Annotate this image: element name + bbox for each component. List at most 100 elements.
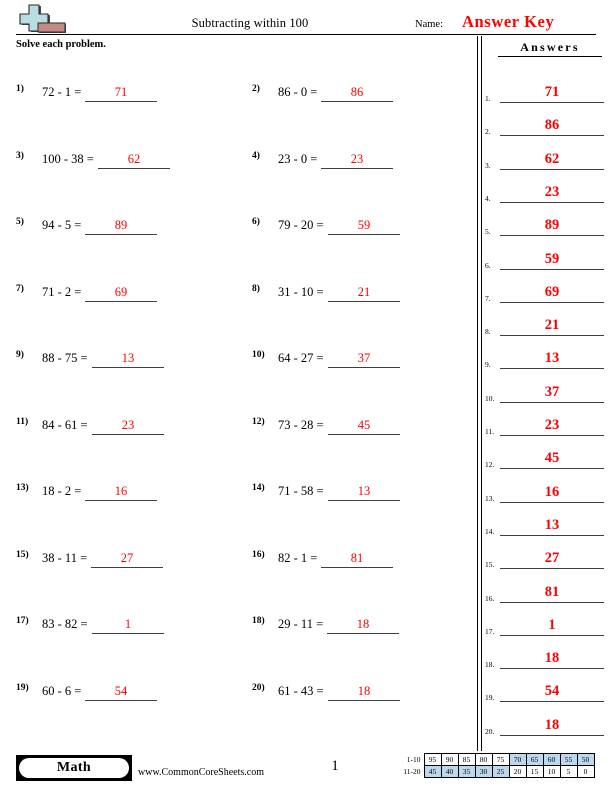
scoring-table: 1-10 95 90 85 80 75 70 65 60 55 50 11-20 45 40 35 30 25 2… xyxy=(398,753,595,778)
answer-row-value: 45 xyxy=(544,450,560,467)
answer-row: 5. 89 xyxy=(482,203,608,237)
answer-blank[interactable]: 16 xyxy=(85,484,157,501)
plus-minus-logo-icon xyxy=(18,4,74,34)
answer-blank[interactable]: 13 xyxy=(92,351,164,368)
problem-number: 12) xyxy=(252,416,265,427)
problem-number: 7) xyxy=(16,283,24,294)
answer-row-value: 37 xyxy=(544,383,560,400)
problem-number: 1) xyxy=(16,84,24,94)
answer-blank[interactable]: 37 xyxy=(328,351,400,368)
answer-row-number: 2. xyxy=(485,127,491,137)
answer-row: 15. 27 xyxy=(482,536,608,570)
answer-row-line[interactable]: 27 xyxy=(500,548,604,570)
website-url: www.CommonCoreSheets.com xyxy=(138,767,265,778)
problem-expression: 71 - 2 = xyxy=(42,284,82,299)
problem-expression: 100 - 38 = xyxy=(42,151,94,166)
answer-row-line[interactable]: 16 xyxy=(500,482,604,503)
answer-blank[interactable]: 23 xyxy=(321,152,393,169)
answer-blank[interactable]: 18 xyxy=(328,684,400,701)
answer-blank[interactable]: 23 xyxy=(92,418,164,435)
header-divider-rule xyxy=(16,34,596,35)
answer-row: 20. 18 xyxy=(482,703,608,736)
problem-number: 20) xyxy=(252,682,265,693)
answer-row: 12. 45 xyxy=(482,436,608,470)
answer-key-stamp: Answer Key xyxy=(462,12,555,31)
scoring-cell: 95 xyxy=(423,753,442,766)
answer-row-number: 4. xyxy=(485,193,491,203)
answer-row-line[interactable]: 62 xyxy=(500,149,604,170)
scoring-cell: 65 xyxy=(525,753,544,766)
answer-blank[interactable]: 54 xyxy=(85,684,157,701)
answer-blank[interactable]: 69 xyxy=(85,285,157,302)
answer-blank[interactable]: 27 xyxy=(91,551,163,568)
answer-row: 19. 54 xyxy=(482,669,608,703)
answer-row-line[interactable]: 69 xyxy=(500,282,604,303)
answer-row-value: 27 xyxy=(544,550,560,567)
answer-row-line[interactable]: 86 xyxy=(500,115,604,137)
scoring-cell: 0 xyxy=(576,765,595,778)
answer-row-value: 81 xyxy=(544,583,560,600)
scoring-cell: 85 xyxy=(457,753,476,766)
answer-row-line[interactable]: 89 xyxy=(500,215,604,237)
scoring-table-body: 1-10 95 90 85 80 75 70 65 60 55 50 11-20 45 40 35 30 25 2… xyxy=(398,753,595,778)
name-label: Name: xyxy=(415,19,443,30)
answer-blank[interactable]: 59 xyxy=(328,218,400,235)
answer-blank[interactable]: 81 xyxy=(321,551,393,568)
problem-expression: 94 - 5 = xyxy=(42,218,82,232)
problem-number: 19) xyxy=(16,682,29,693)
answer-row-line[interactable]: 21 xyxy=(500,315,604,337)
problem-expression: 29 - 11 = xyxy=(278,617,324,631)
problem-number: 10) xyxy=(252,350,265,360)
answer-row: 7. 69 xyxy=(482,270,608,303)
answer-row: 8. 21 xyxy=(482,303,608,337)
answer-blank[interactable]: 71 xyxy=(85,85,157,102)
answer-row: 2. 86 xyxy=(482,103,608,137)
answer-row-value: 16 xyxy=(544,483,560,500)
answer-row: 6. 59 xyxy=(482,237,608,270)
answer-row-line[interactable]: 54 xyxy=(500,681,604,703)
scoring-cell: 40 xyxy=(440,765,459,778)
answer-row-number: 13. xyxy=(485,493,495,503)
answer-row: 9. 13 xyxy=(482,336,608,370)
answer-row-line[interactable]: 23 xyxy=(500,415,604,436)
answer-row-line[interactable]: 45 xyxy=(500,448,604,470)
answer-row-line[interactable]: 71 xyxy=(500,82,604,103)
problem-number: 16) xyxy=(252,549,265,560)
scoring-cell: 75 xyxy=(491,753,510,766)
answer-blank[interactable]: 13 xyxy=(328,484,400,501)
answer-row-number: 19. xyxy=(485,693,495,703)
answers-panel-title: Answers xyxy=(498,40,602,57)
answer-row-line[interactable]: 37 xyxy=(500,382,604,403)
answer-row-line[interactable]: 1 xyxy=(500,615,604,636)
answer-blank[interactable]: 89 xyxy=(85,218,157,235)
answer-blank[interactable]: 62 xyxy=(98,152,170,169)
problem-expression: 60 - 6 = xyxy=(42,683,82,698)
answer-row-line[interactable]: 59 xyxy=(500,249,604,270)
answer-row-number: 7. xyxy=(485,293,491,303)
answer-row: 10. 37 xyxy=(482,370,608,403)
answer-row-line[interactable]: 13 xyxy=(500,348,604,370)
answer-row: 14. 13 xyxy=(482,503,608,536)
scoring-row-label: 1-10 xyxy=(406,755,421,764)
scoring-cell: 10 xyxy=(542,765,561,778)
answer-row-number: 6. xyxy=(485,260,491,270)
problem-number: 6) xyxy=(252,217,260,227)
answer-blank[interactable]: 18 xyxy=(327,617,399,634)
problem-number: 8) xyxy=(252,283,260,294)
answer-row: 18. 18 xyxy=(482,636,608,670)
scoring-cell: 50 xyxy=(576,753,595,766)
scoring-cell: 80 xyxy=(474,753,493,766)
answer-row-line[interactable]: 18 xyxy=(500,648,604,670)
answer-row-value: 71 xyxy=(544,84,560,100)
answer-row-line[interactable]: 13 xyxy=(500,515,604,536)
answer-row-line[interactable]: 23 xyxy=(500,182,604,203)
answer-blank[interactable]: 45 xyxy=(328,418,400,435)
problem-number: 3) xyxy=(16,150,24,161)
answer-blank[interactable]: 86 xyxy=(321,85,393,102)
answer-row-line[interactable]: 18 xyxy=(500,715,604,736)
scoring-cell: 35 xyxy=(457,765,476,778)
answer-row-line[interactable]: 81 xyxy=(500,582,604,603)
answer-blank[interactable]: 1 xyxy=(92,617,164,634)
answer-blank[interactable]: 21 xyxy=(328,285,400,302)
answer-row-value: 89 xyxy=(544,217,560,234)
